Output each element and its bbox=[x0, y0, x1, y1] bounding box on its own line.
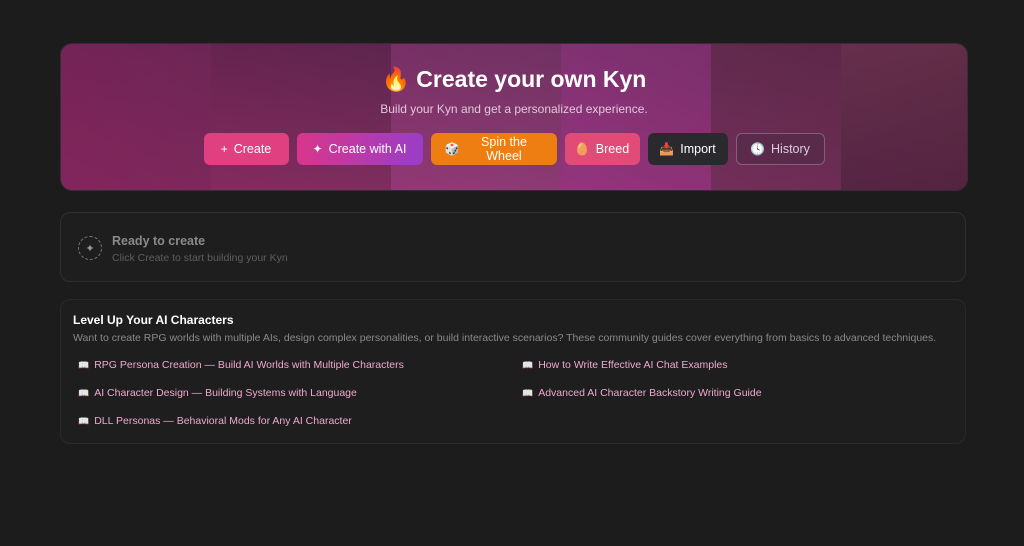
sparkle-icon: ✦ bbox=[312, 142, 323, 156]
hero-banner: 🔥 Create your own Kyn Build your Kyn and… bbox=[60, 43, 968, 191]
breed-button[interactable]: 🥚 Breed bbox=[564, 133, 640, 165]
book-icon: 📖 bbox=[522, 387, 534, 398]
inbox-tray-icon: 📥 bbox=[659, 142, 675, 156]
book-icon: 📖 bbox=[78, 387, 90, 398]
guide-link-label: AI Character Design — Building Systems w… bbox=[94, 387, 357, 399]
guide-link-character-design[interactable]: 📖 AI Character Design — Building Systems… bbox=[78, 387, 357, 399]
guides-description: Want to create RPG worlds with multiple … bbox=[73, 332, 937, 344]
egg-icon: 🥚 bbox=[574, 142, 590, 156]
spin-the-wheel-label: Spin the Wheel bbox=[481, 135, 527, 163]
clock-icon: 🕓 bbox=[750, 142, 766, 156]
page-subtitle: Build your Kyn and get a personalized ex… bbox=[380, 102, 648, 116]
guides-panel: Level Up Your AI Characters Want to crea… bbox=[60, 299, 966, 444]
guide-link-backstory[interactable]: 📖 Advanced AI Character Backstory Writin… bbox=[522, 387, 762, 399]
plus-icon: + bbox=[220, 142, 228, 156]
book-icon: 📖 bbox=[78, 415, 90, 426]
guides-title: Level Up Your AI Characters bbox=[73, 313, 234, 327]
ready-title: Ready to create bbox=[112, 234, 206, 248]
guide-link-chat-examples[interactable]: 📖 How to Write Effective AI Chat Example… bbox=[522, 359, 728, 371]
import-button[interactable]: 📥 Import bbox=[647, 133, 728, 165]
create-button-label: Create bbox=[233, 142, 272, 156]
history-button[interactable]: 🕓 History bbox=[735, 133, 825, 165]
sparkle-plus-icon: ✦ bbox=[78, 236, 102, 260]
create-with-ai-label: Create with AI bbox=[328, 142, 407, 156]
book-icon: 📖 bbox=[522, 359, 534, 370]
page-title-text: Create your own Kyn bbox=[416, 66, 647, 92]
fire-icon: 🔥 bbox=[381, 66, 411, 92]
ready-to-create-panel: ✦ Ready to create Click Create to start … bbox=[60, 212, 966, 282]
guide-link-rpg-persona[interactable]: 📖 RPG Persona Creation — Build AI Worlds… bbox=[78, 359, 404, 371]
guide-link-label: RPG Persona Creation — Build AI Worlds w… bbox=[94, 359, 404, 371]
create-button[interactable]: + Create bbox=[203, 133, 289, 165]
guide-link-label: DLL Personas — Behavioral Mods for Any A… bbox=[94, 415, 352, 427]
create-with-ai-button[interactable]: ✦ Create with AI bbox=[296, 133, 423, 165]
guide-link-dll-personas[interactable]: 📖 DLL Personas — Behavioral Mods for Any… bbox=[78, 415, 352, 427]
ready-subtitle: Click Create to start building your Kyn bbox=[112, 252, 288, 264]
dice-icon: 🎲 bbox=[444, 142, 460, 156]
import-label: Import bbox=[680, 142, 716, 156]
book-icon: 📖 bbox=[78, 359, 90, 370]
guide-link-label: Advanced AI Character Backstory Writing … bbox=[538, 387, 762, 399]
page-title: 🔥 Create your own Kyn bbox=[382, 66, 647, 93]
breed-label: Breed bbox=[595, 142, 630, 156]
guide-link-label: How to Write Effective AI Chat Examples bbox=[538, 359, 728, 371]
history-label: History bbox=[771, 142, 810, 156]
spin-the-wheel-button[interactable]: 🎲 Spin the Wheel bbox=[430, 133, 557, 165]
action-buttons: + Create ✦ Create with AI 🎲 Spin the Whe… bbox=[203, 133, 825, 165]
